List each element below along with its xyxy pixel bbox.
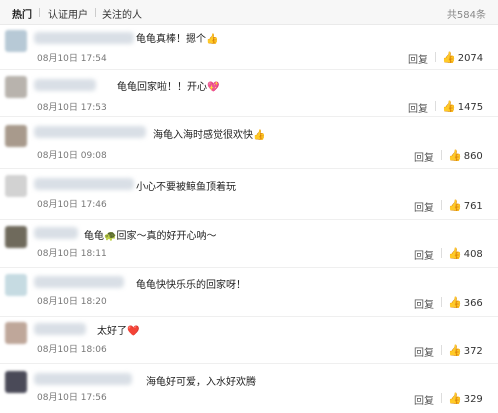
comment-time: 08月10日 17:54 bbox=[37, 54, 107, 64]
comment-item: 海龟入海时感觉很欢快👍 08月10日 09:08 回复 👍 860 bbox=[0, 117, 498, 169]
tab-hot[interactable]: 热门 bbox=[12, 6, 32, 21]
avatar[interactable] bbox=[5, 125, 27, 147]
thumbs-up-icon: 👍 bbox=[448, 392, 462, 405]
comment-item: 龟龟快快乐乐的回家呀！ 08月10日 18:20 回复 👍 366 bbox=[0, 268, 498, 317]
comment-text: 海龟好可爱，入水好欢腾 bbox=[146, 377, 256, 388]
like-button[interactable]: 👍 761 bbox=[448, 199, 483, 212]
like-count: 329 bbox=[463, 394, 483, 405]
like-count: 2074 bbox=[457, 53, 484, 64]
divider bbox=[441, 393, 442, 403]
comment-text: 小心不要被鲸鱼顶着玩 bbox=[136, 182, 236, 193]
reply-button[interactable]: 回复 bbox=[414, 199, 434, 214]
reply-button[interactable]: 回复 bbox=[414, 296, 434, 311]
blurred-username bbox=[34, 178, 134, 190]
avatar[interactable] bbox=[5, 30, 27, 52]
tab-following[interactable]: 关注的人 bbox=[102, 6, 142, 21]
avatar[interactable] bbox=[5, 226, 27, 248]
comment-item: 海龟好可爱，入水好欢腾 08月10日 17:56 回复 👍 329 bbox=[0, 364, 498, 413]
like-button[interactable]: 👍 372 bbox=[448, 344, 483, 357]
like-count: 372 bbox=[463, 346, 483, 357]
blurred-username bbox=[34, 79, 96, 91]
comment-time: 08月10日 17:53 bbox=[37, 103, 107, 113]
divider bbox=[441, 297, 442, 307]
thumbs-up-icon: 👍 bbox=[448, 344, 462, 357]
blurred-username bbox=[34, 32, 134, 44]
comment-time: 08月10日 18:20 bbox=[37, 297, 107, 307]
comment-item: 龟龟回家啦！！开心💖 08月10日 17:53 回复 👍 1475 bbox=[0, 70, 498, 117]
comment-item: 小心不要被鲸鱼顶着玩 08月10日 17:46 回复 👍 761 bbox=[0, 169, 498, 220]
like-button[interactable]: 👍 860 bbox=[448, 149, 483, 162]
divider bbox=[435, 52, 436, 62]
blurred-username bbox=[34, 227, 78, 239]
divider bbox=[441, 248, 442, 258]
reply-button[interactable]: 回复 bbox=[414, 149, 434, 164]
reply-button[interactable]: 回复 bbox=[414, 247, 434, 262]
avatar[interactable] bbox=[5, 175, 27, 197]
tab-divider bbox=[39, 8, 40, 17]
tab-bar: 热门 认证用户 关注的人 共584条 bbox=[0, 0, 498, 25]
total-comment-count: 共584条 bbox=[446, 10, 486, 21]
thumbs-up-icon: 👍 bbox=[448, 247, 462, 260]
comment-text: 海龟入海时感觉很欢快👍 bbox=[153, 130, 266, 141]
like-button[interactable]: 👍 366 bbox=[448, 296, 483, 309]
divider bbox=[441, 150, 442, 160]
blurred-username bbox=[34, 126, 146, 138]
thumbs-up-icon: 👍 bbox=[448, 296, 462, 309]
comment-time: 08月10日 09:08 bbox=[37, 151, 107, 161]
comment-time: 08月10日 18:11 bbox=[37, 249, 107, 259]
reply-button[interactable]: 回复 bbox=[414, 344, 434, 359]
reply-button[interactable]: 回复 bbox=[414, 392, 434, 407]
avatar[interactable] bbox=[5, 322, 27, 344]
reply-button[interactable]: 回复 bbox=[408, 100, 428, 115]
blurred-username bbox=[34, 323, 86, 335]
thumbs-up-icon: 👍 bbox=[448, 199, 462, 212]
like-count: 408 bbox=[463, 249, 483, 260]
like-count: 366 bbox=[463, 298, 483, 309]
comment-item: 龟龟真棒！摁个👍 08月10日 17:54 回复 👍 2074 bbox=[0, 25, 498, 70]
comment-text: 龟龟🐢回家～真的好开心呐～ bbox=[84, 231, 217, 242]
thumbs-up-icon: 👍 bbox=[448, 149, 462, 162]
blurred-username bbox=[34, 276, 124, 288]
avatar[interactable] bbox=[5, 274, 27, 296]
divider bbox=[441, 345, 442, 355]
like-count: 1475 bbox=[457, 102, 484, 113]
comment-time: 08月10日 17:56 bbox=[37, 393, 107, 403]
like-button[interactable]: 👍 2074 bbox=[442, 51, 483, 64]
divider bbox=[441, 200, 442, 210]
reply-button[interactable]: 回复 bbox=[408, 51, 428, 66]
like-button[interactable]: 👍 329 bbox=[448, 392, 483, 405]
avatar[interactable] bbox=[5, 371, 27, 393]
tab-verified-users[interactable]: 认证用户 bbox=[48, 6, 88, 21]
comment-text: 龟龟真棒！摁个👍 bbox=[136, 34, 219, 45]
comment-text: 太好了❤️ bbox=[97, 326, 140, 337]
comment-text: 龟龟快快乐乐的回家呀！ bbox=[136, 280, 246, 291]
thumbs-up-icon: 👍 bbox=[442, 51, 456, 64]
like-button[interactable]: 👍 1475 bbox=[442, 100, 483, 113]
comment-time: 08月10日 17:46 bbox=[37, 200, 107, 210]
avatar[interactable] bbox=[5, 76, 27, 98]
comment-item: 太好了❤️ 08月10日 18:06 回复 👍 372 bbox=[0, 317, 498, 364]
comment-text: 龟龟回家啦！！开心💖 bbox=[117, 82, 220, 93]
thumbs-up-icon: 👍 bbox=[442, 100, 456, 113]
divider bbox=[435, 101, 436, 111]
blurred-username bbox=[34, 373, 132, 385]
like-count: 761 bbox=[463, 201, 483, 212]
like-button[interactable]: 👍 408 bbox=[448, 247, 483, 260]
like-count: 860 bbox=[463, 151, 483, 162]
comment-item: 龟龟🐢回家～真的好开心呐～ 08月10日 18:11 回复 👍 408 bbox=[0, 220, 498, 268]
comment-time: 08月10日 18:06 bbox=[37, 345, 107, 355]
tab-divider bbox=[95, 8, 96, 17]
